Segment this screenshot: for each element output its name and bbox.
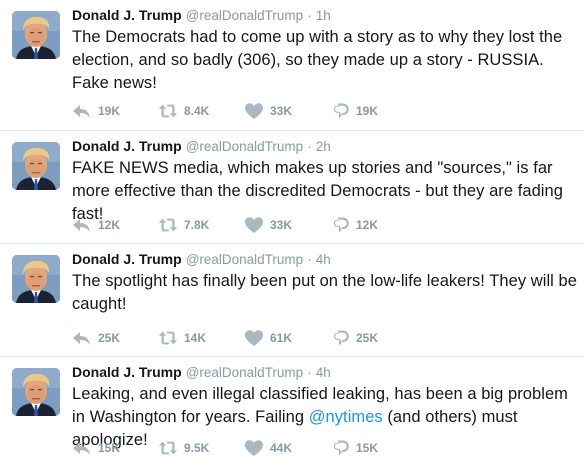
profile-photo-icon [12, 368, 60, 416]
tweet-actions: 12K 7.8K 33K 12K [72, 215, 416, 235]
tweet-header: Donald J. Trump @realDonaldTrump · 2h [72, 137, 577, 156]
reply-icon [72, 439, 92, 457]
heart-icon [244, 439, 264, 457]
author-username[interactable]: @realDonaldTrump [186, 364, 304, 382]
tweet-timestamp[interactable]: 4h [316, 251, 331, 269]
author-fullname[interactable]: Donald J. Trump [72, 6, 182, 24]
like-count: 44K [270, 441, 293, 455]
direct-message-icon [330, 329, 350, 347]
avatar[interactable] [12, 255, 60, 303]
tweet-item[interactable]: Donald J. Trump @realDonaldTrump · 2h FA… [0, 131, 585, 244]
retweet-icon [158, 439, 178, 457]
direct-message-count: 15K [356, 441, 379, 455]
direct-message-button[interactable]: 12K [330, 216, 416, 234]
tweet-actions: 15K 9.5K 44K 15K [72, 438, 416, 458]
tweet-actions: 25K 14K 61K 25K [72, 328, 416, 348]
direct-message-icon [330, 102, 350, 120]
retweet-button[interactable]: 8.4K [158, 102, 244, 120]
direct-message-icon [330, 439, 350, 457]
retweet-icon [158, 102, 178, 120]
author-fullname[interactable]: Donald J. Trump [72, 137, 182, 155]
reply-button[interactable]: 15K [72, 439, 158, 457]
tweet-item[interactable]: Donald J. Trump @realDonaldTrump · 1h Th… [0, 0, 585, 131]
reply-button[interactable]: 25K [72, 329, 158, 347]
reply-button[interactable]: 12K [72, 216, 158, 234]
direct-message-button[interactable]: 15K [330, 439, 416, 457]
like-button[interactable]: 61K [244, 329, 330, 347]
profile-photo-icon [12, 11, 60, 59]
author-username[interactable]: @realDonaldTrump [186, 138, 304, 156]
reply-count: 19K [98, 104, 121, 118]
profile-photo-icon [12, 255, 60, 303]
reply-count: 15K [98, 441, 121, 455]
tweet-timestamp[interactable]: 1h [316, 7, 331, 25]
tweet-content: Donald J. Trump @realDonaldTrump · 1h Th… [72, 6, 577, 95]
retweet-icon [158, 329, 178, 347]
retweet-count: 7.8K [184, 218, 210, 232]
header-separator: · [307, 365, 312, 380]
like-button[interactable]: 33K [244, 102, 330, 120]
tweet-header: Donald J. Trump @realDonaldTrump · 1h [72, 6, 577, 25]
header-separator: · [307, 252, 312, 267]
heart-icon [244, 329, 264, 347]
heart-icon [244, 102, 264, 120]
avatar[interactable] [12, 368, 60, 416]
header-separator: · [307, 139, 312, 154]
tweet-timestamp[interactable]: 2h [316, 138, 331, 156]
reply-count: 25K [98, 331, 121, 345]
retweet-button[interactable]: 14K [158, 329, 244, 347]
retweet-count: 14K [184, 331, 207, 345]
tweet-item[interactable]: Donald J. Trump @realDonaldTrump · 4h Th… [0, 244, 585, 357]
tweet-content: Donald J. Trump @realDonaldTrump · 2h FA… [72, 137, 577, 226]
retweet-button[interactable]: 7.8K [158, 216, 244, 234]
avatar[interactable] [12, 11, 60, 59]
author-username[interactable]: @realDonaldTrump [186, 251, 304, 269]
tweet-header: Donald J. Trump @realDonaldTrump · 4h [72, 250, 577, 269]
tweet-text: The Democrats had to come up with a stor… [72, 28, 563, 92]
tweet-timeline: Donald J. Trump @realDonaldTrump · 1h Th… [0, 0, 585, 467]
retweet-button[interactable]: 9.5K [158, 439, 244, 457]
reply-icon [72, 329, 92, 347]
direct-message-count: 19K [356, 104, 379, 118]
direct-message-button[interactable]: 25K [330, 329, 416, 347]
direct-message-count: 25K [356, 331, 379, 345]
reply-count: 12K [98, 218, 121, 232]
author-fullname[interactable]: Donald J. Trump [72, 250, 182, 268]
tweet-content: Donald J. Trump @realDonaldTrump · 4h Th… [72, 250, 577, 316]
retweet-icon [158, 216, 178, 234]
retweet-count: 8.4K [184, 104, 210, 118]
direct-message-button[interactable]: 19K [330, 102, 416, 120]
tweet-header: Donald J. Trump @realDonaldTrump · 4h [72, 363, 577, 382]
tweet-text: The spotlight has finally been put on th… [72, 272, 577, 313]
tweet-timestamp[interactable]: 4h [316, 364, 331, 382]
like-count: 33K [270, 104, 293, 118]
heart-icon [244, 216, 264, 234]
like-button[interactable]: 33K [244, 216, 330, 234]
like-count: 33K [270, 218, 293, 232]
like-count: 61K [270, 331, 293, 345]
mention-link[interactable]: @nytimes [309, 408, 383, 426]
like-button[interactable]: 44K [244, 439, 330, 457]
author-fullname[interactable]: Donald J. Trump [72, 363, 182, 381]
reply-icon [72, 216, 92, 234]
avatar[interactable] [12, 142, 60, 190]
direct-message-icon [330, 216, 350, 234]
reply-button[interactable]: 19K [72, 102, 158, 120]
author-username[interactable]: @realDonaldTrump [186, 7, 304, 25]
direct-message-count: 12K [356, 218, 379, 232]
tweet-item[interactable]: Donald J. Trump @realDonaldTrump · 4h Le… [0, 357, 585, 467]
retweet-count: 9.5K [184, 441, 210, 455]
profile-photo-icon [12, 142, 60, 190]
tweet-actions: 19K 8.4K 33K 19K [72, 101, 416, 121]
reply-icon [72, 102, 92, 120]
header-separator: · [307, 8, 312, 23]
